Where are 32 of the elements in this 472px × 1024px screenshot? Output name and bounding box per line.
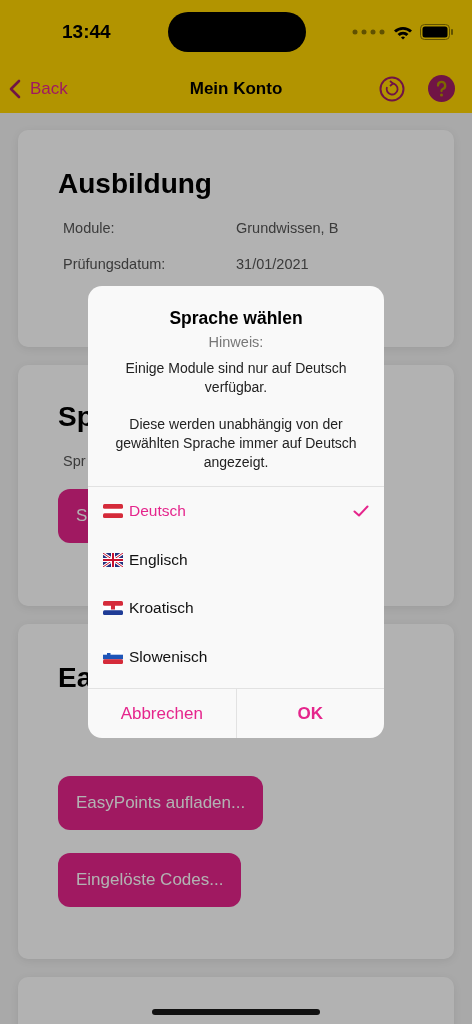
language-option[interactable]: Kroatisch xyxy=(88,584,384,633)
chevron-left-icon xyxy=(9,78,21,99)
section-title: Ausbildung xyxy=(58,168,213,200)
help-icon[interactable] xyxy=(428,75,455,102)
status-time: 13:44 xyxy=(62,21,112,43)
flag-icon xyxy=(103,552,123,567)
action-button[interactable]: Eingelöste Codes... xyxy=(58,853,242,907)
field-value: 31/01/2021 xyxy=(236,256,309,272)
refresh-icon[interactable] xyxy=(379,75,405,102)
field-label: Module: xyxy=(63,220,116,236)
checkmark-icon xyxy=(353,505,369,518)
flag-icon xyxy=(103,649,123,664)
back-button[interactable]: Back xyxy=(9,78,68,99)
cancel-button[interactable]: Abbrechen xyxy=(88,689,236,738)
ok-button[interactable]: OK xyxy=(235,689,384,738)
dialog-message: Einige Module sind nur auf Deutsch verfügbar. xyxy=(124,359,348,397)
flag-icon xyxy=(103,601,123,616)
dialog-message: Diese werden unabhängig von der gewählten Sprache immer auf Deutsch angezeigt. xyxy=(114,415,358,472)
language-option[interactable]: Deutsch xyxy=(88,487,384,536)
dialog-title: Sprache wählen xyxy=(168,308,304,329)
dialog-subtitle: Hinweis: xyxy=(207,334,265,350)
field-value: Grundwissen, B xyxy=(236,220,339,236)
action-button[interactable]: EasyPoints aufladen... xyxy=(58,776,264,830)
flag-icon xyxy=(103,504,123,519)
signal-icon xyxy=(352,29,386,35)
language-option[interactable]: Englisch xyxy=(88,535,384,584)
field-label: Spr xyxy=(63,453,86,469)
screen-title: Mein Konto xyxy=(189,78,283,99)
field-label: Prüfungsdatum: xyxy=(63,256,167,272)
language-option[interactable]: Slowenisch xyxy=(88,632,384,681)
battery-icon xyxy=(420,24,454,40)
wifi-icon xyxy=(393,24,413,40)
